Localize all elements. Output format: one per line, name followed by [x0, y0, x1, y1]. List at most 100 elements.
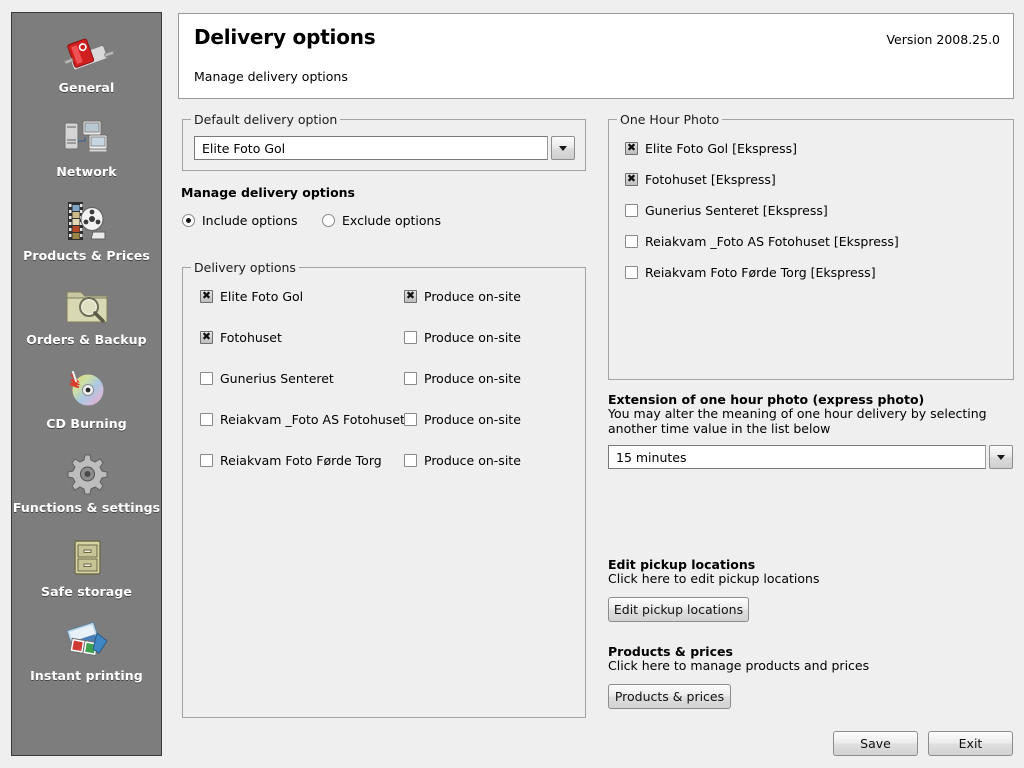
checkbox-indicator[interactable] — [625, 141, 638, 155]
checkbox-indicator[interactable] — [200, 289, 213, 303]
default-delivery-group-title: Default delivery option — [191, 112, 341, 127]
one-hour-photo-label: Reiakvam Foto Førde Torg [Ekspress] — [645, 265, 876, 280]
pickup-description: Click here to edit pickup locations — [608, 571, 820, 586]
delivery-option-label: Fotohuset — [220, 330, 282, 345]
radio-exclude-label: Exclude options — [342, 213, 441, 228]
extension-description-line2: another time value in the list below — [608, 421, 831, 436]
default-delivery-dropdown-button[interactable] — [551, 136, 575, 160]
page-title: Delivery options — [194, 25, 376, 49]
delivery-option-label: Reiakvam _Foto AS Fotohuset — [220, 412, 405, 427]
onsite-checkbox-3[interactable]: Produce on-site — [404, 412, 521, 427]
extension-dropdown-button[interactable] — [989, 445, 1013, 469]
version-label: Version 2008.25.0 — [886, 32, 1000, 47]
sidebar-item-label: Orders & Backup — [26, 332, 147, 347]
sidebar-item-label: Network — [56, 164, 117, 179]
delivery-option-checkbox-3[interactable]: Reiakvam _Foto AS Fotohuset — [200, 412, 405, 427]
sidebar-item-cd-burning[interactable]: CD Burning — [12, 355, 161, 431]
pickup-heading: Edit pickup locations — [608, 557, 756, 572]
save-button[interactable]: Save — [833, 731, 918, 756]
checkbox-indicator[interactable] — [625, 204, 638, 217]
extension-value[interactable]: 15 minutes — [608, 445, 986, 469]
extension-combo[interactable]: 15 minutes — [608, 445, 1013, 469]
checkbox-indicator[interactable] — [404, 454, 417, 467]
onsite-checkbox-4[interactable]: Produce on-site — [404, 453, 521, 468]
cd-disc-icon — [59, 363, 115, 415]
sidebar-item-label: Safe storage — [41, 584, 132, 599]
one-hour-photo-checkbox-4[interactable]: Reiakvam Foto Førde Torg [Ekspress] — [625, 265, 876, 280]
sidebar-item-products-prices[interactable]: Products & Prices — [12, 187, 161, 263]
radio-exclude-indicator[interactable] — [322, 214, 335, 227]
checkbox-indicator[interactable] — [625, 172, 638, 186]
delivery-option-checkbox-0[interactable]: Elite Foto Gol — [200, 289, 303, 304]
delivery-option-label: Gunerius Senteret — [220, 371, 334, 386]
checkbox-indicator[interactable] — [404, 289, 417, 303]
sidebar-item-functions-settings[interactable]: Functions & settings — [12, 439, 161, 515]
checkbox-indicator[interactable] — [625, 235, 638, 248]
one-hour-photo-group-title: One Hour Photo — [617, 112, 723, 127]
onsite-label: Produce on-site — [424, 453, 521, 468]
one-hour-photo-checkbox-1[interactable]: Fotohuset [Ekspress] — [625, 172, 776, 187]
page-header: Delivery options Manage delivery options… — [178, 13, 1014, 99]
products-prices-button[interactable]: Products & prices — [608, 684, 731, 709]
radio-exclude-options[interactable]: Exclude options — [322, 213, 441, 228]
film-reel-icon — [59, 195, 115, 247]
gear-icon — [59, 447, 115, 499]
radio-include-indicator[interactable] — [182, 214, 195, 227]
onsite-label: Produce on-site — [424, 371, 521, 386]
checkbox-indicator[interactable] — [404, 413, 417, 426]
page-subtitle: Manage delivery options — [194, 69, 348, 84]
chevron-down-icon — [997, 454, 1005, 460]
onsite-label: Produce on-site — [424, 330, 521, 345]
radio-include-options[interactable]: Include options — [182, 213, 298, 228]
one-hour-photo-group: One Hour Photo Elite Foto Gol [Ekspress]… — [608, 112, 1014, 380]
delivery-option-checkbox-2[interactable]: Gunerius Senteret — [200, 371, 334, 386]
manage-delivery-heading: Manage delivery options — [181, 185, 355, 200]
one-hour-photo-checkbox-3[interactable]: Reiakvam _Foto AS Fotohuset [Ekspress] — [625, 234, 899, 249]
delivery-option-checkbox-4[interactable]: Reiakvam Foto Førde Torg — [200, 453, 382, 468]
delivery-option-label: Reiakvam Foto Førde Torg — [220, 453, 382, 468]
onsite-label: Produce on-site — [424, 289, 521, 304]
onsite-checkbox-0[interactable]: Produce on-site — [404, 289, 521, 304]
default-delivery-value[interactable]: Elite Foto Gol — [194, 136, 548, 160]
sidebar-item-orders-backup[interactable]: Orders & Backup — [12, 271, 161, 347]
checkbox-indicator[interactable] — [200, 413, 213, 426]
onsite-checkbox-1[interactable]: Produce on-site — [404, 330, 521, 345]
sidebar-item-general[interactable]: General — [12, 19, 161, 95]
delivery-option-checkbox-1[interactable]: Fotohuset — [200, 330, 282, 345]
exit-button[interactable]: Exit — [928, 731, 1013, 756]
checkbox-indicator[interactable] — [200, 454, 213, 467]
one-hour-photo-checkbox-0[interactable]: Elite Foto Gol [Ekspress] — [625, 141, 797, 156]
folder-search-icon — [59, 279, 115, 331]
default-delivery-combo[interactable]: Elite Foto Gol — [194, 136, 575, 160]
one-hour-photo-label: Elite Foto Gol [Ekspress] — [645, 141, 798, 156]
one-hour-photo-checkbox-2[interactable]: Gunerius Senteret [Ekspress] — [625, 203, 828, 218]
extension-description-line1: You may alter the meaning of one hour de… — [608, 406, 987, 421]
products-heading: Products & prices — [608, 644, 733, 659]
photo-prints-icon — [59, 615, 115, 667]
sidebar-item-safe-storage[interactable]: Safe storage — [12, 523, 161, 599]
sidebar-item-network[interactable]: Network — [12, 103, 161, 179]
chevron-down-icon — [559, 145, 567, 151]
onsite-checkbox-2[interactable]: Produce on-site — [404, 371, 521, 386]
sidebar-item-label: Instant printing — [30, 668, 143, 683]
sidebar-item-label: General — [58, 80, 115, 95]
sidebar-item-instant-printing[interactable]: Instant printing — [12, 607, 161, 683]
one-hour-photo-label: Gunerius Senteret [Ekspress] — [645, 203, 828, 218]
app-window: General Network Products & Prices Orders… — [0, 0, 1024, 768]
edit-pickup-locations-button[interactable]: Edit pickup locations — [608, 597, 749, 622]
one-hour-photo-label: Reiakvam _Foto AS Fotohuset [Ekspress] — [645, 234, 899, 249]
checkbox-indicator[interactable] — [404, 331, 417, 344]
network-computers-icon — [59, 111, 115, 163]
checkbox-indicator[interactable] — [200, 330, 213, 344]
sidebar-item-label: CD Burning — [46, 416, 127, 431]
onsite-label: Produce on-site — [424, 412, 521, 427]
checkbox-indicator[interactable] — [625, 266, 638, 279]
red-switch-icon — [59, 27, 115, 79]
checkbox-indicator[interactable] — [404, 372, 417, 385]
file-cabinet-icon — [59, 531, 115, 583]
sidebar-item-label: Products & Prices — [23, 248, 150, 263]
checkbox-indicator[interactable] — [200, 372, 213, 385]
sidebar: General Network Products & Prices Orders… — [11, 12, 162, 756]
delivery-options-group-title: Delivery options — [191, 260, 299, 275]
extension-heading: Extension of one hour photo (express pho… — [608, 392, 925, 407]
